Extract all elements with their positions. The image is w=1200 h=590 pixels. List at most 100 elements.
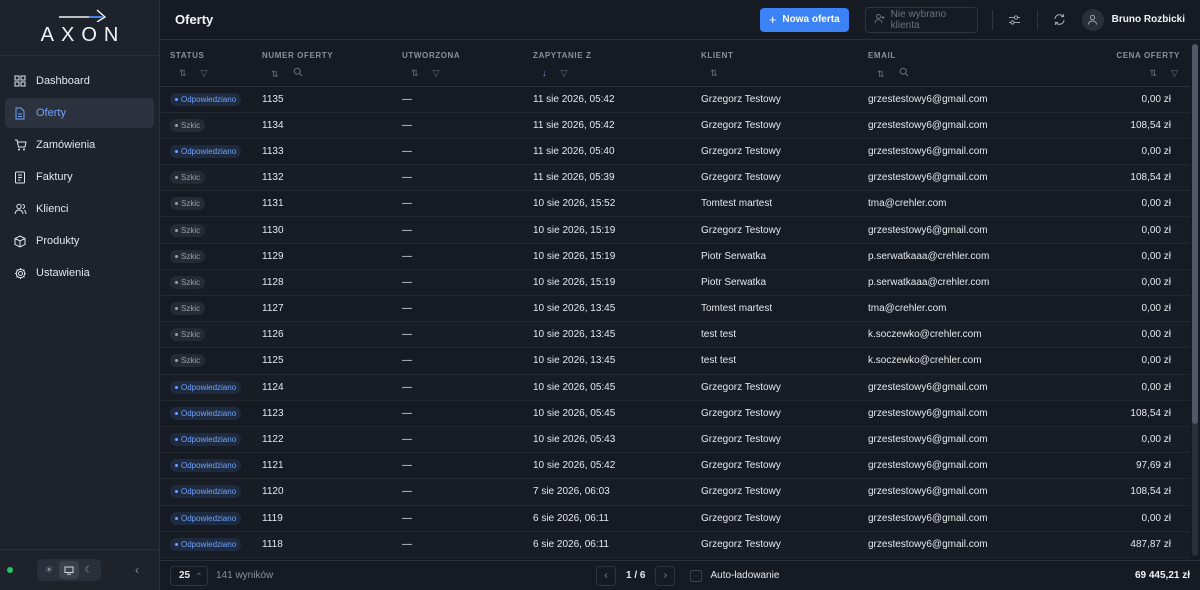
filter-icon[interactable]: ▽ [1171,68,1178,79]
next-page-button[interactable]: › [655,565,676,586]
sliders-icon[interactable] [1007,12,1023,28]
request-date: 11 sie 2026, 05:42 [533,86,701,113]
status-dot [175,254,178,258]
page-title: Oferty [175,12,214,27]
table-row[interactable]: Szkic 1129—10 sie 2026, 15:19 Piotr Serwat… [160,243,1190,270]
table-row[interactable]: Szkic 1132—11 sie 2026, 05:39 Grzegorz Tes… [160,164,1190,192]
sort-icon[interactable]: ⇅ [411,68,419,79]
status-cell: Szkic [160,112,262,139]
search-icon[interactable] [293,67,303,77]
sidebar-item-label: Ustawienia [36,267,90,279]
table-row[interactable]: Szkic 1125—10 sie 2026, 13:45 test test k.s… [160,347,1190,375]
table-row[interactable]: Odpowiedziano 1119—6 sie 2026, 06:11 Grzeg… [160,505,1190,532]
sort-icon[interactable]: ⇅ [877,69,885,80]
table-filter-row: ⇅ ▽ ⇅ ⇅ ▽ ↓ ▽ ⇅ ⇅ ⇅ ▽ [160,64,1190,87]
user-menu[interactable]: Bruno Rozbicki [1081,8,1185,31]
table-row[interactable]: Szkic 1127—10 sie 2026, 13:45 Tomtest mart… [160,295,1190,323]
theme-switcher: ☀ ☾ [37,559,101,581]
column-header-created[interactable]: UTWORZONA [402,40,533,64]
sort-icon[interactable]: ⇅ [271,69,279,80]
table-row[interactable]: Szkic 1130—10 sie 2026, 15:19 Grzegorz Tes… [160,216,1190,244]
offer-price: 0,00 zł [1068,86,1190,113]
gear-icon [13,266,27,280]
status-badge: Szkic [170,171,206,185]
sort-desc-icon[interactable]: ↓ [542,68,547,78]
created-date: — [402,190,533,218]
toolbar-divider [991,9,993,30]
request-date: 6 sie 2026, 06:11 [533,505,701,532]
sort-icon[interactable]: ⇅ [179,68,187,79]
status-badge: Szkic [170,118,206,132]
created-date: — [402,347,533,375]
table-row[interactable]: Szkic 1128—10 sie 2026, 15:19 Piotr Serwat… [160,269,1190,297]
user-name: Bruno Rozbicki [1111,14,1185,25]
status-cell: Szkic [160,295,262,323]
collapse-sidebar-icon[interactable]: ‹ [135,563,139,577]
refresh-icon[interactable] [1052,12,1068,28]
sidebar-item-ustawienia[interactable]: Ustawienia [5,258,154,288]
status-dot [175,542,178,546]
plus-icon: + [768,12,777,27]
filter-icon[interactable]: ▽ [561,68,568,79]
table-row[interactable]: Szkic 1134—11 sie 2026, 05:42 Grzegorz Tes… [160,112,1190,139]
request-date: 10 sie 2026, 13:45 [533,295,701,323]
sidebar-item-oferty[interactable]: Oferty [5,98,154,128]
sort-icon[interactable]: ⇅ [1150,68,1158,79]
scrollbar-thumb[interactable] [1192,44,1198,424]
column-header-email[interactable]: EMAIL [868,40,1068,64]
column-header-status[interactable]: STATUS [160,40,262,64]
client-name: test test [701,321,868,349]
page-info: 1 / 6 [626,570,646,581]
sidebar-item-zam-wienia[interactable]: Zamówienia [5,130,154,160]
table-row[interactable]: Odpowiedziano 1124—10 sie 2026, 05:45 Grze… [160,374,1190,401]
offer-price: 108,54 zł [1068,478,1190,506]
client-email: grzestestowy6@gmail.com [868,531,1068,558]
moon-icon[interactable]: ☾ [79,561,99,579]
filter-icon[interactable]: ▽ [433,68,440,79]
offer-price: 0,00 zł [1068,138,1190,166]
prev-page-button[interactable]: ‹ [596,565,616,586]
results-count: 141 wyników [216,570,274,581]
auto-load-toggle[interactable]: Auto-ładowanie [690,569,779,582]
offer-number: 1119 [262,505,402,532]
table-row[interactable]: Odpowiedziano 1121—10 sie 2026, 05:42 Grze… [160,452,1190,480]
table-row[interactable]: Odpowiedziano 1118—6 sie 2026, 06:11 Grzeg… [160,531,1190,558]
app-root: AXON Dashboard Oferty Zamówienia Faktury Kli… [0,0,1200,590]
new-offer-button[interactable]: + Nowa oferta [759,7,849,32]
column-header-price[interactable]: CENA OFERTY [1068,40,1190,64]
offer-number: 1128 [262,269,402,297]
sidebar-item-produkty[interactable]: Produkty [5,226,154,256]
status-text: Odpowiedziano [181,461,237,471]
sidebar-item-dashboard[interactable]: Dashboard [5,66,154,96]
table-row[interactable]: Odpowiedziano 1122—10 sie 2026, 05:43 Grze… [160,426,1190,454]
table-row[interactable]: Odpowiedziano 1133—11 sie 2026, 05:40 Grze… [160,138,1190,166]
offer-number: 1135 [262,86,402,113]
request-date: 10 sie 2026, 13:45 [533,321,701,349]
monitor-icon[interactable] [59,561,79,579]
offer-price: 108,54 zł [1068,164,1190,192]
page-size-select[interactable]: 25 ⌃ [170,565,208,586]
logo[interactable]: AXON [0,0,159,56]
column-header-request[interactable]: ZAPYTANIE Z [533,40,701,64]
status-badge: Odpowiedziano [170,406,242,420]
auto-load-checkbox[interactable] [690,569,703,582]
table-row[interactable]: Szkic 1126—10 sie 2026, 13:45 test test k.s… [160,321,1190,349]
client-select[interactable]: Nie wybrano klienta [864,6,978,33]
sidebar-item-klienci[interactable]: Klienci [5,194,154,224]
offer-number: 1127 [262,295,402,323]
sidebar-item-faktury[interactable]: Faktury [5,162,154,192]
column-header-number[interactable]: NUMER OFERTY [262,40,402,64]
table-scrollbar[interactable] [1192,44,1198,556]
table-row[interactable]: Odpowiedziano 1123—10 sie 2026, 05:45 Grze… [160,400,1190,427]
table-row[interactable]: Odpowiedziano 1120—7 sie 2026, 06:03 Grzeg… [160,478,1190,506]
sort-icon[interactable]: ⇅ [710,68,718,79]
user-avatar-icon [1081,8,1104,31]
created-date: — [402,400,533,427]
search-icon[interactable] [899,67,909,77]
client-email: grzestestowy6@gmail.com [868,374,1068,401]
column-header-client[interactable]: KLIENT [701,40,868,64]
sun-icon[interactable]: ☀ [39,561,59,579]
table-row[interactable]: Odpowiedziano 1135—11 sie 2026, 05:42 Grze… [160,86,1190,113]
filter-icon[interactable]: ▽ [201,68,208,79]
table-row[interactable]: Szkic 1131—10 sie 2026, 15:52 Tomtest mart… [160,190,1190,218]
